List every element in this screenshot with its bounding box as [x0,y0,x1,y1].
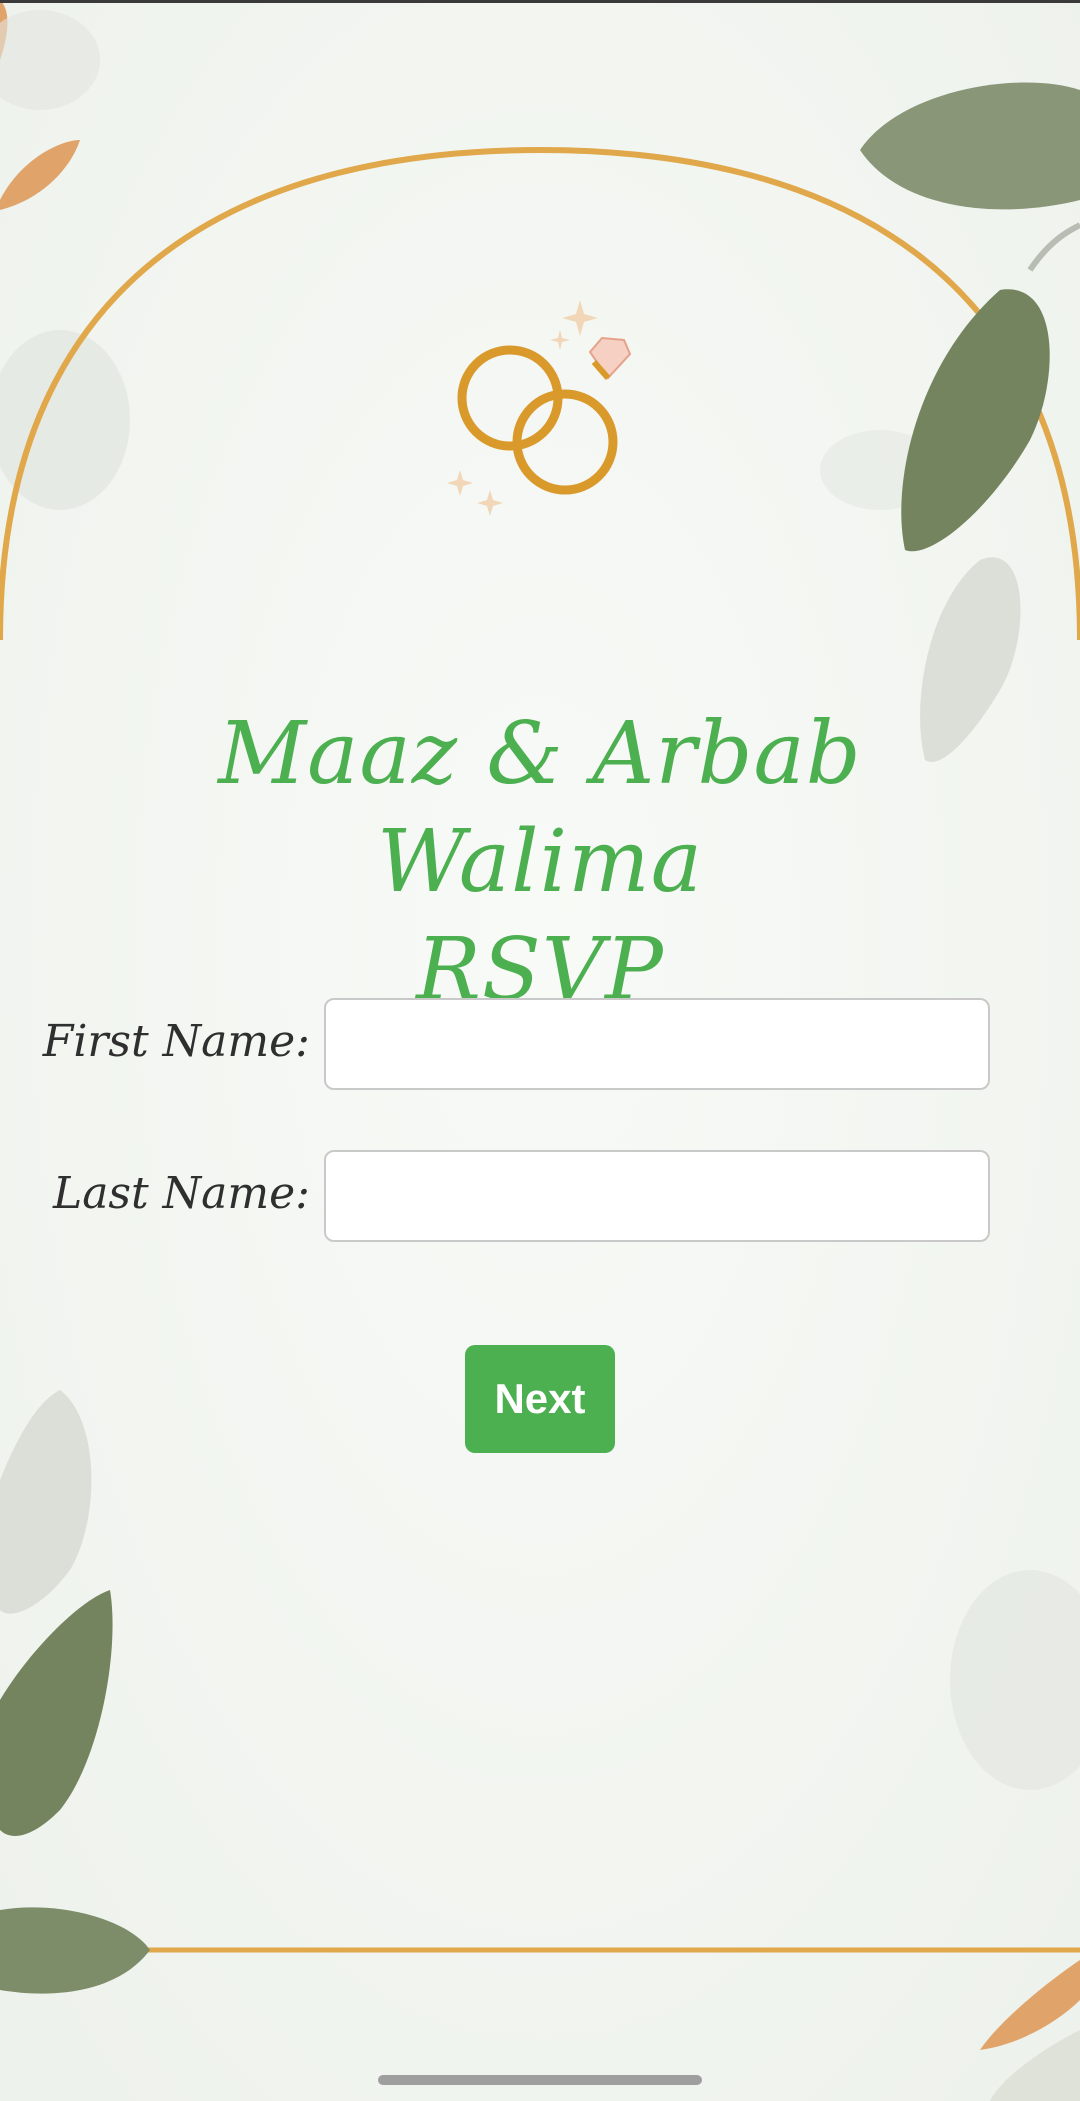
next-button[interactable]: Next [465,1345,615,1453]
last-name-input[interactable] [324,1150,990,1242]
first-name-label: First Name: [42,1016,310,1067]
last-name-label: Last Name: [52,1168,310,1219]
first-name-input[interactable] [324,998,990,1090]
page-title: Maaz & Arbab Walima RSVP [90,700,990,1024]
title-line-names: Maaz & Arbab Walima [218,704,862,912]
home-indicator[interactable] [378,2075,702,2085]
last-name-row: Last Name: [0,1150,1080,1246]
wedding-rings-icon [447,300,632,516]
first-name-row: First Name: [0,998,1080,1094]
status-bar-edge [0,0,1080,3]
